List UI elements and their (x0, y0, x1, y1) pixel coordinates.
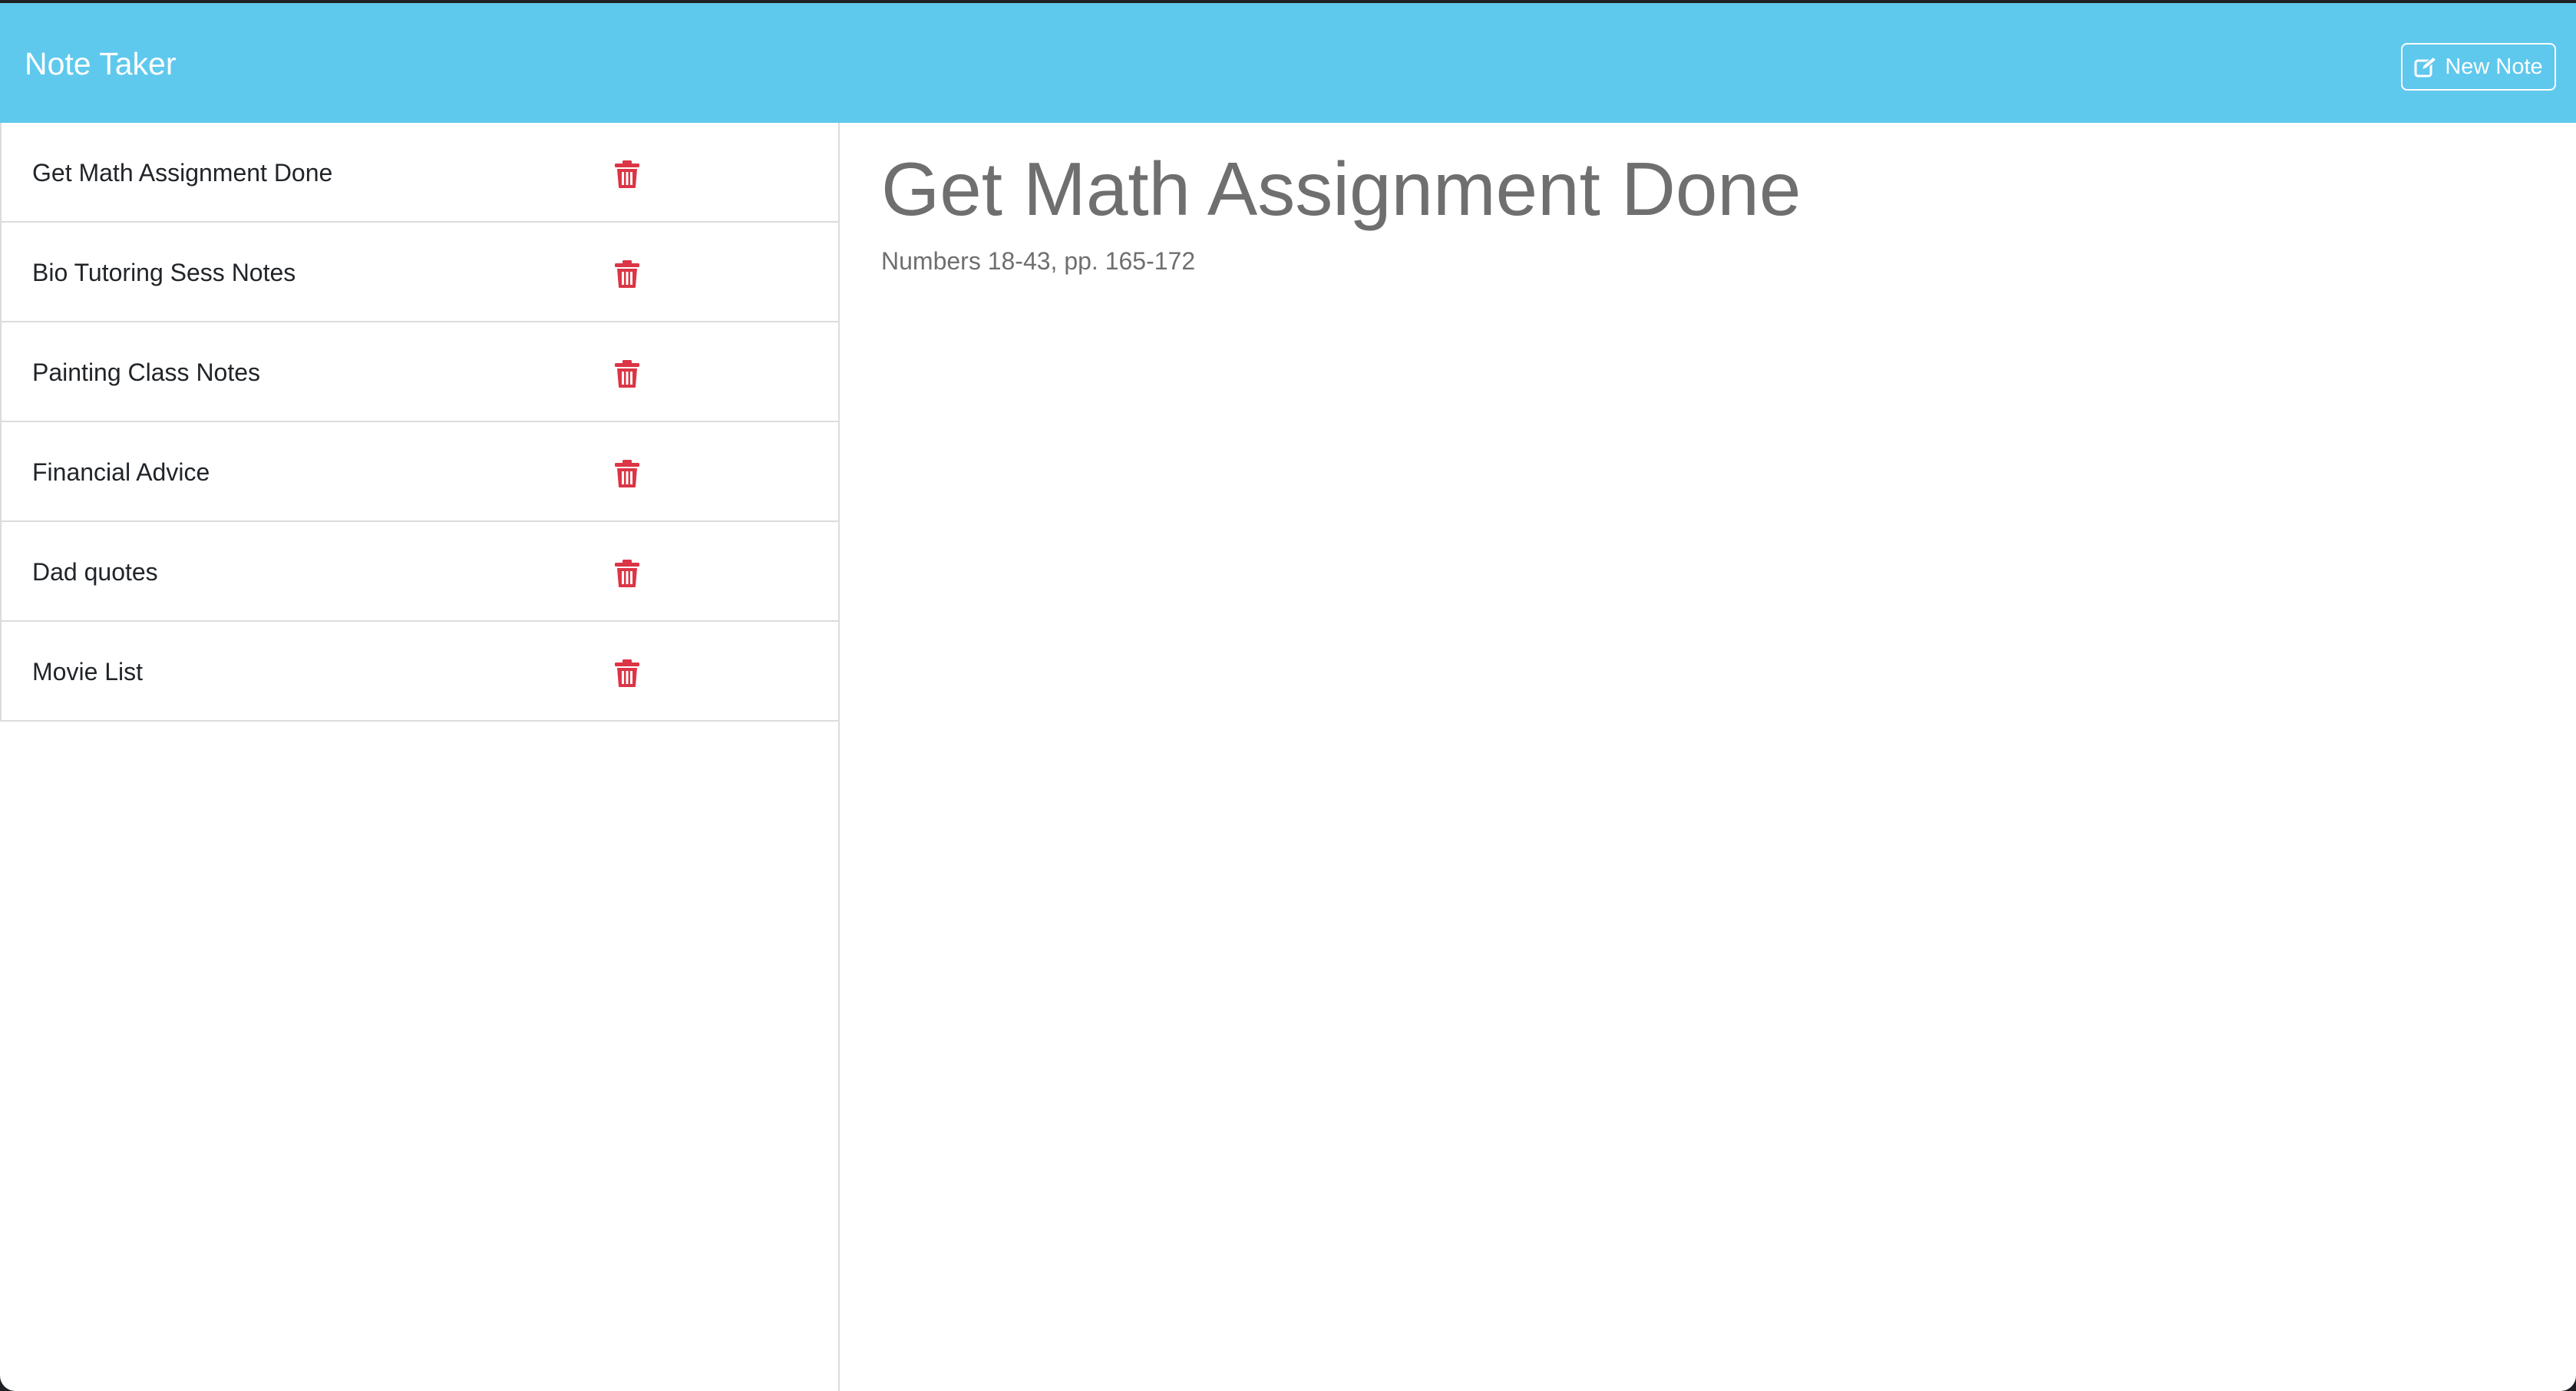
notes-list: Get Math Assignment Done Bio Tutoring Se… (0, 123, 838, 722)
list-item[interactable]: Bio Tutoring Sess Notes (0, 223, 838, 322)
note-list-title: Dad quotes (32, 558, 158, 586)
trash-icon[interactable] (614, 359, 640, 388)
note-list-title: Get Math Assignment Done (32, 159, 333, 187)
trash-icon[interactable] (614, 160, 640, 189)
navbar: Note Taker New Note (0, 3, 2576, 123)
note-editor: Get Math Assignment Done Numbers 18-43, … (840, 123, 2576, 1391)
app-window: Note Taker New Note Get Math Assignment … (0, 3, 2576, 1391)
trash-icon[interactable] (614, 659, 640, 688)
note-title-input[interactable]: Get Math Assignment Done (881, 143, 1801, 235)
note-list-title: Painting Class Notes (32, 358, 261, 386)
new-note-button[interactable]: New Note (2401, 43, 2556, 91)
list-item[interactable]: Movie List (0, 622, 838, 722)
list-item[interactable]: Dad quotes (0, 522, 838, 622)
list-item[interactable]: Get Math Assignment Done (0, 123, 838, 223)
trash-icon[interactable] (614, 259, 640, 289)
note-list-title: Bio Tutoring Sess Notes (32, 259, 296, 286)
note-list-title: Movie List (32, 658, 144, 686)
brand-title[interactable]: Note Taker (25, 45, 177, 82)
new-note-label: New Note (2445, 54, 2543, 79)
list-item[interactable]: Financial Advice (0, 422, 838, 522)
edit-icon (2414, 56, 2438, 78)
list-item[interactable]: Painting Class Notes (0, 322, 838, 422)
note-list-title: Financial Advice (32, 458, 210, 486)
trash-icon[interactable] (614, 459, 640, 488)
notes-sidebar: Get Math Assignment Done Bio Tutoring Se… (0, 123, 840, 1391)
note-text-area[interactable]: Numbers 18-43, pp. 165-172 (881, 246, 1195, 276)
trash-icon[interactable] (614, 559, 640, 588)
